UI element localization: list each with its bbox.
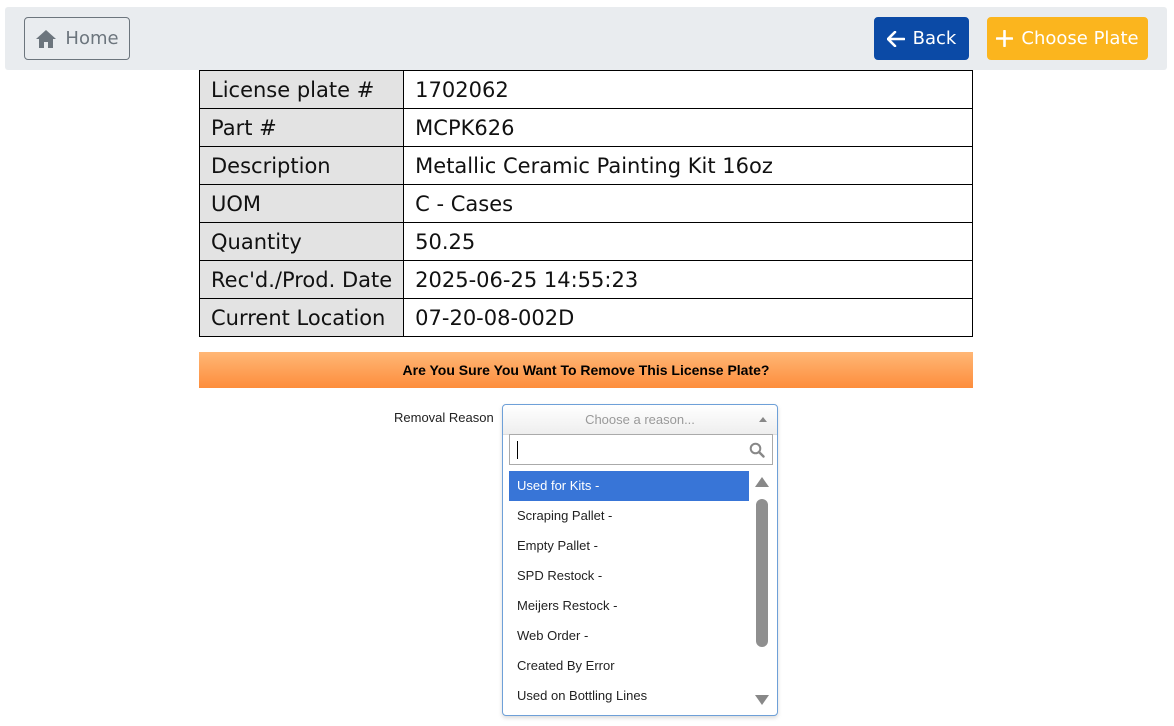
reason-option-used-on-bottling-lines[interactable]: Used on Bottling Lines bbox=[509, 681, 749, 711]
search-icon bbox=[749, 442, 765, 462]
remove-confirmation-banner: Are You Sure You Want To Remove This Lic… bbox=[199, 352, 973, 388]
detail-value: C - Cases bbox=[403, 184, 973, 223]
detail-value: 1702062 bbox=[403, 70, 973, 109]
detail-value: 07-20-08-002D bbox=[403, 298, 973, 337]
detail-key: Current Location bbox=[198, 298, 405, 337]
detail-key: License plate # bbox=[198, 70, 405, 109]
detail-value: 2025-06-25 14:55:23 bbox=[403, 260, 973, 299]
detail-key: Rec'd./Prod. Date bbox=[198, 260, 405, 299]
reason-option-spd-restock[interactable]: SPD Restock - bbox=[509, 561, 749, 591]
scroll-up-arrow-icon[interactable] bbox=[755, 477, 769, 487]
detail-key: Description bbox=[198, 146, 405, 185]
detail-value: 50.25 bbox=[403, 222, 973, 261]
detail-key: UOM bbox=[198, 184, 405, 223]
text-cursor bbox=[517, 441, 518, 459]
plus-icon bbox=[996, 30, 1014, 47]
reason-option-created-by-error[interactable]: Created By Error bbox=[509, 651, 749, 681]
table-row: Quantity 50.25 bbox=[198, 222, 973, 261]
reason-option-web-order[interactable]: Web Order - bbox=[509, 621, 749, 651]
select-placeholder: Choose a reason... bbox=[585, 412, 695, 427]
reason-options-list: Used for Kits - Scraping Pallet - Empty … bbox=[509, 471, 749, 711]
reason-search-input[interactable] bbox=[510, 435, 740, 464]
detail-value: MCPK626 bbox=[403, 108, 973, 147]
home-button-label: Home bbox=[65, 28, 119, 49]
detail-key: Part # bbox=[198, 108, 405, 147]
table-row: Description Metallic Ceramic Painting Ki… bbox=[198, 146, 973, 185]
reason-option-empty-pallet[interactable]: Empty Pallet - bbox=[509, 531, 749, 561]
top-toolbar: Home Back Choose Plate bbox=[5, 7, 1167, 70]
arrow-left-icon bbox=[886, 30, 905, 47]
table-row: Part # MCPK626 bbox=[198, 108, 973, 147]
back-button-label: Back bbox=[912, 28, 957, 49]
scrollbar-thumb[interactable] bbox=[756, 499, 768, 647]
license-plate-details-table: License plate # 1702062 Part # MCPK626 D… bbox=[198, 70, 973, 337]
choose-plate-button-label: Choose Plate bbox=[1021, 28, 1139, 49]
back-button[interactable]: Back bbox=[874, 17, 969, 60]
table-row: License plate # 1702062 bbox=[198, 70, 973, 109]
options-scrollbar[interactable] bbox=[752, 471, 772, 711]
scroll-down-arrow-icon[interactable] bbox=[755, 695, 769, 705]
detail-value: Metallic Ceramic Painting Kit 16oz bbox=[403, 146, 973, 185]
choose-plate-button[interactable]: Choose Plate bbox=[987, 17, 1148, 60]
reason-option-used-for-kits[interactable]: Used for Kits - bbox=[509, 471, 749, 501]
detail-key: Quantity bbox=[198, 222, 405, 261]
table-row: UOM C - Cases bbox=[198, 184, 973, 223]
chevron-up-icon bbox=[759, 417, 767, 422]
reason-option-scraping-pallet[interactable]: Scraping Pallet - bbox=[509, 501, 749, 531]
removal-reason-label: Removal Reason bbox=[394, 410, 494, 425]
table-row: Rec'd./Prod. Date 2025-06-25 14:55:23 bbox=[198, 260, 973, 299]
home-icon bbox=[35, 29, 57, 49]
removal-reason-select[interactable]: Choose a reason... Used for Kits - Scrap… bbox=[502, 404, 778, 716]
reason-option-meijers-restock[interactable]: Meijers Restock - bbox=[509, 591, 749, 621]
home-button[interactable]: Home bbox=[24, 17, 130, 60]
reason-search-box[interactable] bbox=[509, 434, 773, 465]
removal-reason-select-toggle[interactable]: Choose a reason... bbox=[503, 405, 777, 435]
table-row: Current Location 07-20-08-002D bbox=[198, 298, 973, 337]
